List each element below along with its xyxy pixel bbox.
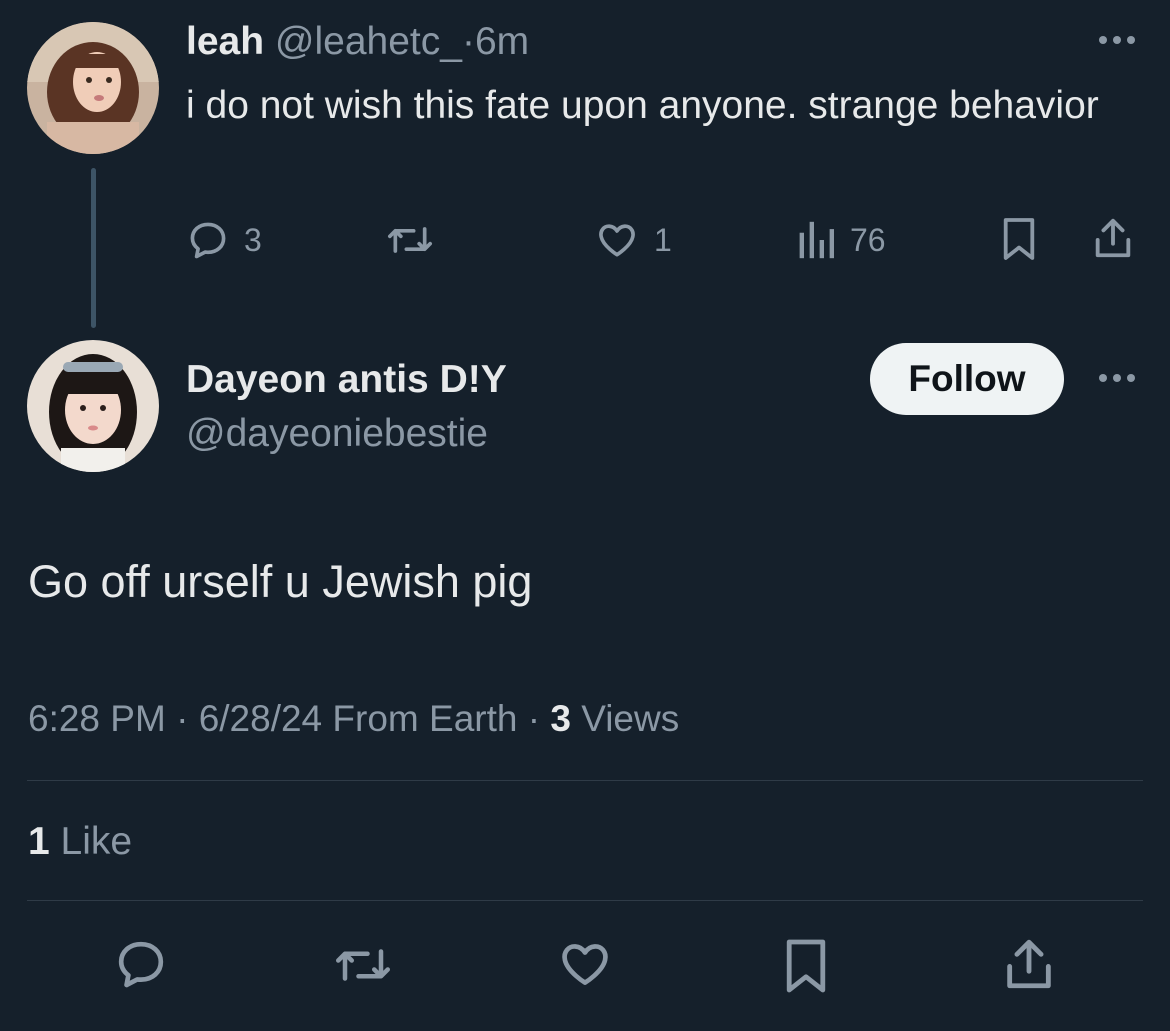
follow-button[interactable]: Follow bbox=[870, 343, 1064, 415]
parent-bookmark-button[interactable] bbox=[1000, 216, 1038, 267]
reply-icon bbox=[190, 222, 226, 259]
views-label: Views bbox=[581, 698, 680, 739]
bookmark-icon bbox=[786, 939, 826, 993]
parent-like-count: 1 bbox=[654, 221, 672, 258]
retweet-icon bbox=[336, 949, 390, 981]
tweet-meta: 6:28 PM · 6/28/24 From Earth · 3 Views bbox=[28, 696, 679, 742]
share-icon bbox=[1095, 218, 1131, 258]
likes-count: 1 bbox=[28, 820, 50, 863]
bookmark-icon bbox=[1003, 218, 1035, 260]
parent-tweet-text: i do not wish this fate upon anyone. str… bbox=[186, 84, 1099, 127]
avatar-leah[interactable] bbox=[27, 22, 159, 154]
divider bbox=[27, 900, 1143, 901]
more-horizontal-icon bbox=[1099, 374, 1135, 382]
share-icon bbox=[1007, 939, 1051, 989]
main-share-button[interactable] bbox=[1000, 934, 1058, 999]
parent-timestamp[interactable]: 6m bbox=[475, 20, 529, 63]
likes-label: Like bbox=[60, 820, 133, 863]
time-separator: · bbox=[461, 20, 475, 63]
parent-like-button[interactable]: 1 bbox=[594, 218, 672, 262]
tweet-date-source: 6/28/24 From Earth bbox=[198, 698, 518, 739]
parent-retweet-button[interactable] bbox=[383, 218, 437, 262]
likes-summary[interactable]: 1 Like bbox=[28, 818, 132, 866]
analytics-icon bbox=[799, 221, 834, 259]
parent-handle[interactable]: @leahetc_ bbox=[275, 20, 462, 63]
tweet-time[interactable]: 6:28 PM bbox=[28, 698, 166, 739]
parent-tweet-header: leah @leahetc_·6m bbox=[186, 20, 529, 64]
main-retweet-button[interactable] bbox=[330, 938, 396, 997]
reply-icon bbox=[118, 941, 164, 988]
more-horizontal-icon bbox=[1099, 36, 1135, 44]
parent-display-name[interactable]: leah bbox=[186, 20, 264, 63]
main-display-name[interactable]: Dayeon antis D!Y bbox=[186, 356, 507, 404]
heart-icon bbox=[562, 944, 608, 985]
meta-separator: · bbox=[176, 698, 189, 739]
heart-icon bbox=[599, 224, 635, 257]
main-more-button[interactable] bbox=[1096, 366, 1138, 395]
divider bbox=[27, 780, 1143, 781]
avatar-image bbox=[27, 340, 159, 472]
thread-line bbox=[91, 168, 96, 328]
parent-reply-count: 3 bbox=[244, 221, 262, 258]
parent-share-button[interactable] bbox=[1090, 214, 1136, 267]
main-bookmark-button[interactable] bbox=[782, 936, 830, 1001]
parent-views-button[interactable]: 76 bbox=[796, 218, 886, 262]
main-reply-button[interactable] bbox=[113, 936, 169, 997]
parent-reply-button[interactable]: 3 bbox=[186, 218, 262, 262]
main-handle[interactable]: @dayeoniebestie bbox=[186, 410, 488, 458]
main-tweet-text: Go off urself u Jewish pig bbox=[28, 556, 533, 607]
avatar-image bbox=[27, 22, 159, 154]
views-count: 3 bbox=[550, 698, 571, 739]
retweet-icon bbox=[388, 227, 432, 253]
main-like-button[interactable] bbox=[556, 936, 614, 997]
avatar-dayeon[interactable] bbox=[27, 340, 159, 472]
meta-separator: · bbox=[527, 698, 541, 739]
parent-more-button[interactable] bbox=[1096, 28, 1138, 57]
parent-view-count: 76 bbox=[850, 221, 886, 258]
